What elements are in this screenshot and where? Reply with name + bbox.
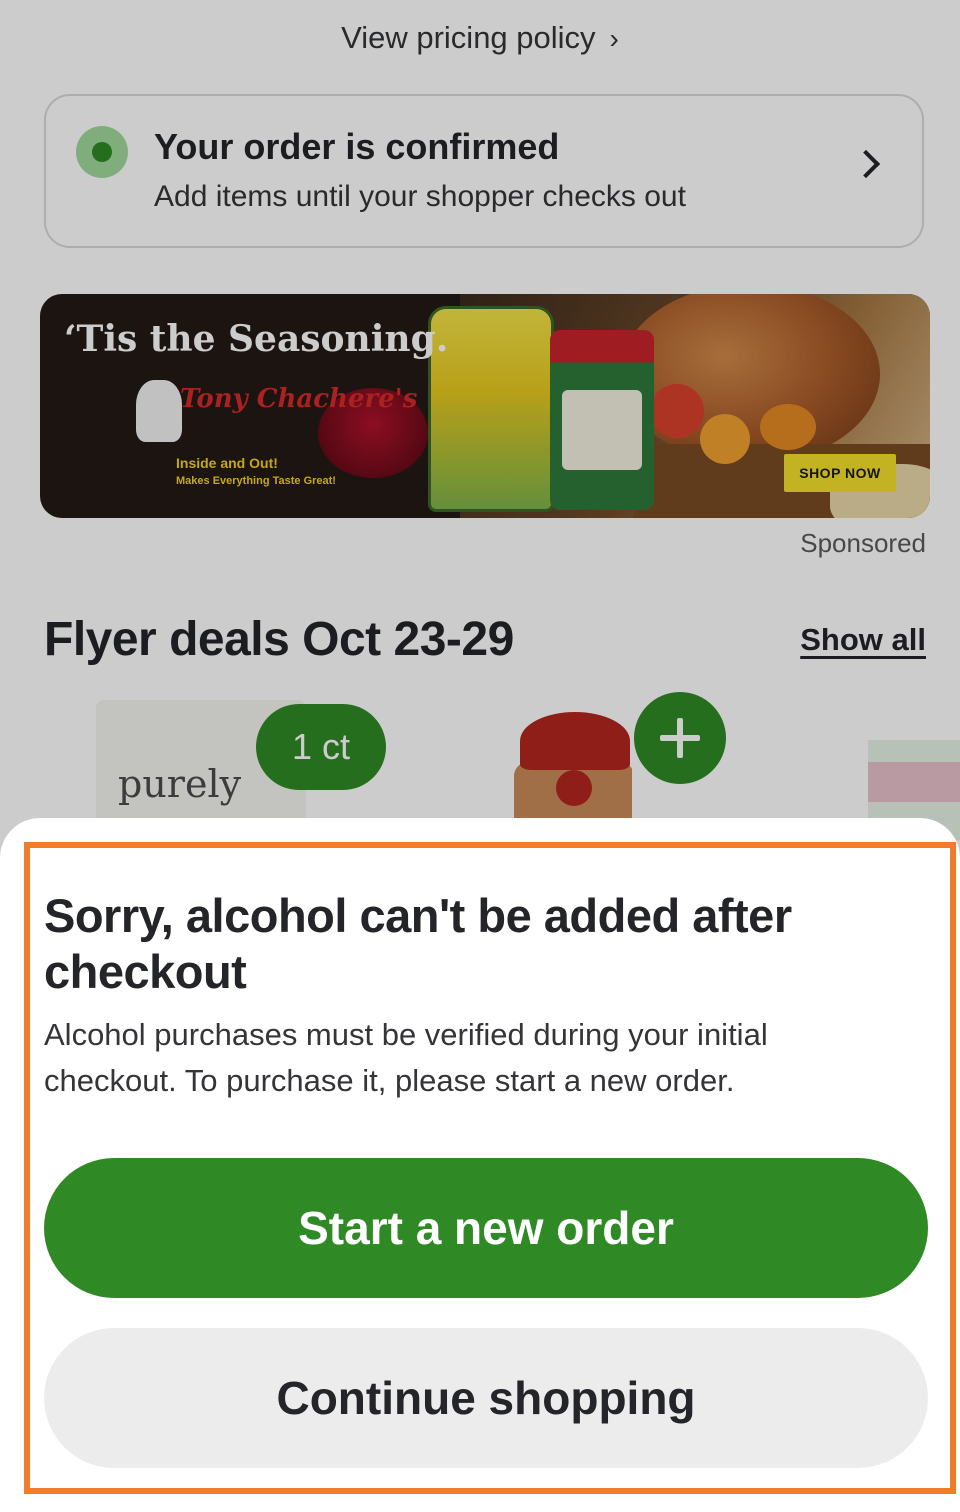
sheet-body: Alcohol purchases must be verified durin…: [44, 1017, 768, 1098]
start-new-order-button[interactable]: Start a new order: [44, 1158, 928, 1298]
continue-shopping-button[interactable]: Continue shopping: [44, 1328, 928, 1468]
sheet-title: Sorry, alcohol can't be added after chec…: [44, 889, 792, 998]
